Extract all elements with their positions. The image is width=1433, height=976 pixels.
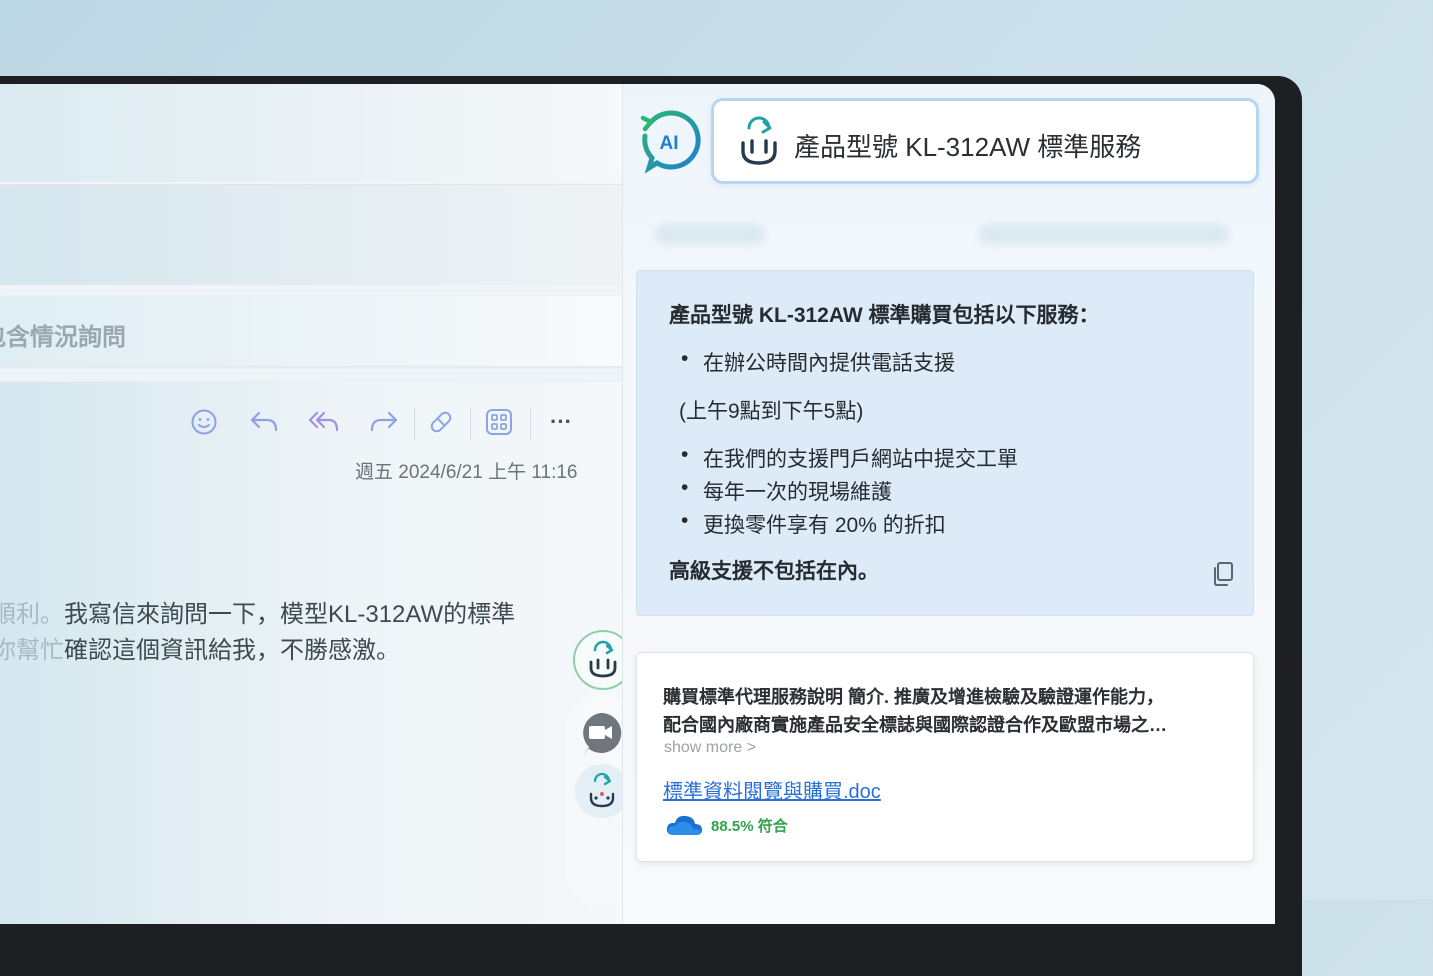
message-body-line: 順利。我寫信來詢問一下，模型KL-312AW的標準 (0, 594, 515, 629)
forward-icon[interactable] (366, 404, 402, 440)
blurred-placeholder (655, 224, 765, 244)
answer-item-text: 每年一次的現場維護 (703, 481, 892, 504)
mail-header-secondary (0, 184, 638, 285)
reply-all-icon[interactable] (306, 404, 342, 440)
screen: 包含情況詢問 (0, 84, 1275, 924)
query-box[interactable]: 產品型號 KL-312AW 標準服務 (711, 98, 1259, 184)
subject-card: 包含情況詢問 (0, 296, 636, 366)
device-frame: 包含情況詢問 (0, 76, 1302, 976)
query-text: 產品型號 KL-312AW 標準服務 (794, 132, 1142, 162)
toolbar-divider (414, 408, 415, 440)
ai-answer-card: 產品型號 KL-312AW 標準購買包括以下服務： 在辦公時間內提供電話支援 (… (636, 270, 1254, 616)
toolbar-divider (530, 408, 531, 440)
onedrive-cloud-icon (666, 815, 702, 835)
answer-item-text: 在我們的支援門戶網站中提交工單 (703, 448, 1018, 471)
mail-header (0, 84, 638, 182)
source-document-link[interactable]: 標準資料閱覽與購買.doc (663, 775, 881, 804)
show-more-link[interactable]: show more > (664, 739, 756, 757)
source-snippet-line: 配合國內廠商實施產品安全標誌與國際認證合作及歐盟市場之… (663, 715, 1167, 735)
match-score: 88.5% 符合 (665, 813, 788, 837)
message-body-line: 你幫忙確認這個資訊給我，不勝感激。 (0, 630, 400, 665)
body-faded-text: 你幫忙 (0, 637, 64, 664)
answer-item: 在我們的支援門戶網站中提交工單 (681, 443, 1018, 473)
answer-item-text: 在辦公時間內提供電話支援 (703, 352, 955, 375)
blurred-placeholder (979, 224, 1229, 244)
answer-item: 每年一次的現場維護 (681, 476, 892, 506)
more-icon[interactable]: ··· (543, 404, 579, 440)
body-text: 我寫信來詢問一下，模型KL-312AW的標準 (64, 601, 516, 628)
ai-compose-button[interactable] (575, 764, 629, 818)
answer-footer: 高級支援不包括在內。 (669, 560, 879, 583)
answer-note: (上午9點到下午5點) (679, 400, 864, 423)
message-date: 週五 2024/6/21 上午 11:16 (355, 462, 578, 483)
answer-title: 產品型號 KL-312AW 標準購買包括以下服務： (669, 304, 1100, 327)
answer-item: 更換零件享有 20% 的折扣 (681, 509, 946, 539)
answer-item: 在辦公時間內提供電話支援 (681, 347, 955, 377)
apps-icon[interactable] (481, 404, 517, 440)
ai-bot-icon (736, 115, 782, 167)
ai-logo: AI (637, 108, 701, 174)
source-snippet-line: 購買標準代理服務說明 簡介. 推廣及增進檢驗及驗證運作能力， (663, 687, 1165, 707)
pill-icon[interactable] (423, 404, 459, 440)
copy-icon[interactable] (1211, 561, 1235, 587)
video-call-icon[interactable] (579, 710, 623, 760)
answer-item-text: 更換零件享有 20% 的折扣 (703, 514, 946, 537)
source-card: 購買標準代理服務說明 簡介. 推廣及增進檢驗及驗證運作能力， 配合國內廠商實施產… (636, 652, 1254, 862)
match-percentage: 88.5% 符合 (711, 817, 788, 835)
body-text: 確認這個資訊給我，不勝感激。 (64, 637, 400, 664)
smiley-icon[interactable] (186, 404, 222, 440)
body-faded-text: 順利。 (0, 601, 64, 628)
mail-pane: 包含情況詢問 (0, 84, 638, 924)
toolbar-divider (470, 408, 471, 440)
message-toolbar: ··· (0, 404, 638, 448)
mail-subject: 包含情況詢問 (0, 324, 126, 351)
ai-panel: AI 產品型號 KL-312AW 標準服務 產品型號 KL-312AW 標準購買… (622, 84, 1275, 924)
reply-icon[interactable] (246, 404, 282, 440)
ai-logo-text: AI (660, 133, 679, 154)
